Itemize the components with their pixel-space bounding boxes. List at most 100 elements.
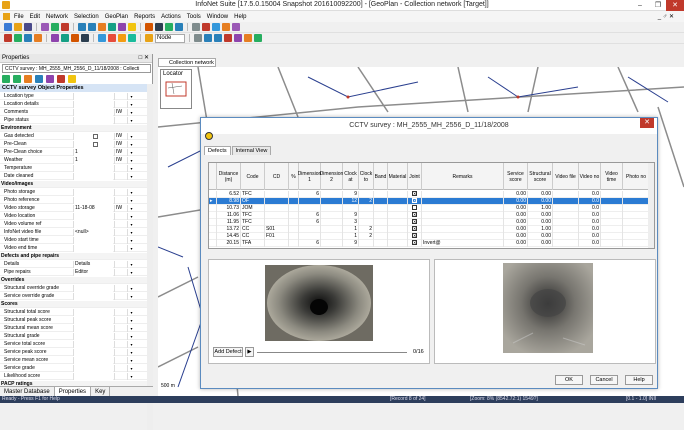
menu-actions[interactable]: Actions bbox=[161, 14, 181, 20]
property-value[interactable] bbox=[73, 325, 113, 332]
checked-box-icon[interactable]: ✕ bbox=[412, 212, 417, 217]
property-flag[interactable] bbox=[114, 117, 126, 124]
pencil-icon[interactable] bbox=[128, 23, 136, 31]
select-icon[interactable] bbox=[24, 34, 32, 42]
grid-cell-pct[interactable] bbox=[289, 240, 299, 247]
grid-cell-dist[interactable]: 8.98 bbox=[217, 198, 241, 205]
chevron-down-icon[interactable]: ▾ bbox=[127, 189, 135, 196]
tab-internal-view[interactable]: Internal View bbox=[231, 146, 272, 155]
chevron-down-icon[interactable]: ▾ bbox=[127, 325, 135, 332]
column-header[interactable]: Dimension 1 bbox=[298, 163, 321, 190]
chevron-down-icon[interactable]: ▾ bbox=[127, 133, 135, 140]
chevron-down-icon[interactable]: ▾ bbox=[127, 149, 135, 156]
property-value[interactable]: 1 bbox=[73, 149, 113, 156]
joint-checkbox[interactable]: ✕ bbox=[408, 240, 422, 247]
grid-cell-code[interactable]: TFC bbox=[241, 191, 265, 198]
column-header[interactable]: Service score bbox=[504, 163, 528, 190]
grid-cell-code[interactable]: TFC bbox=[241, 212, 265, 219]
label-icon[interactable] bbox=[244, 34, 252, 42]
grid-cell-empty[interactable] bbox=[601, 233, 623, 240]
layer-icon[interactable] bbox=[34, 34, 42, 42]
grid-cell-ct[interactable]: 2 bbox=[359, 198, 374, 205]
grid-cell-ss[interactable]: 0.00 bbox=[504, 212, 528, 219]
column-header[interactable]: Video file bbox=[553, 163, 579, 190]
target-icon[interactable] bbox=[224, 34, 232, 42]
grid-cell-dist[interactable]: 20.15 bbox=[217, 240, 241, 247]
grid-cell-empty[interactable] bbox=[374, 198, 388, 205]
grid-cell-pct[interactable] bbox=[289, 226, 299, 233]
property-value[interactable] bbox=[73, 117, 113, 124]
grid-cell-ss[interactable]: 0.00 bbox=[504, 191, 528, 198]
property-flag[interactable] bbox=[114, 293, 126, 300]
measure-icon[interactable] bbox=[128, 34, 136, 42]
joint-checkbox[interactable]: ✕ bbox=[408, 212, 422, 219]
property-flag[interactable] bbox=[114, 101, 126, 108]
grid-cell-empty[interactable] bbox=[553, 198, 579, 205]
grid-cell-rem[interactable] bbox=[422, 219, 504, 226]
grid-cell-st[interactable]: 0.00 bbox=[528, 240, 553, 247]
property-value[interactable]: Editor bbox=[73, 269, 113, 276]
export-icon[interactable] bbox=[254, 34, 262, 42]
chevron-down-icon[interactable]: ▾ bbox=[127, 245, 135, 252]
chevron-down-icon[interactable]: ▾ bbox=[127, 101, 135, 108]
grid-cell-ca[interactable]: 12 bbox=[343, 198, 359, 205]
grid-cell-vn[interactable]: 0.0 bbox=[579, 205, 601, 212]
unchecked-box-icon[interactable] bbox=[412, 205, 417, 210]
help-button[interactable]: Help bbox=[625, 375, 653, 385]
grid-cell-dist[interactable]: 13.72 bbox=[217, 226, 241, 233]
column-header[interactable]: Dimension 2 bbox=[320, 163, 343, 190]
property-flag[interactable] bbox=[114, 365, 126, 372]
grid-cell-pct[interactable] bbox=[289, 233, 299, 240]
property-value[interactable] bbox=[73, 373, 113, 380]
grid-cell-rem[interactable] bbox=[422, 212, 504, 219]
table-icon[interactable] bbox=[81, 34, 89, 42]
property-flag[interactable] bbox=[114, 229, 126, 236]
joint-checkbox[interactable]: ✕ bbox=[408, 226, 422, 233]
grid-cell-empty[interactable] bbox=[374, 219, 388, 226]
property-section[interactable]: Video/images bbox=[0, 181, 147, 188]
chevron-down-icon[interactable]: ▾ bbox=[127, 109, 135, 116]
joint-checkbox[interactable]: ✕ bbox=[408, 198, 422, 205]
joint-checkbox[interactable]: ✕ bbox=[408, 219, 422, 226]
grid-cell-d1[interactable] bbox=[299, 205, 321, 212]
chevron-down-icon[interactable]: ▾ bbox=[127, 221, 135, 228]
pointer-icon[interactable] bbox=[98, 34, 106, 42]
property-value[interactable] bbox=[73, 109, 113, 116]
grid-cell-cd[interactable] bbox=[265, 240, 289, 247]
results-icon[interactable] bbox=[51, 34, 59, 42]
column-header[interactable] bbox=[209, 163, 217, 190]
grid-cell-empty[interactable] bbox=[623, 226, 650, 233]
grid-cell-empty[interactable] bbox=[601, 240, 623, 247]
pan-icon[interactable] bbox=[118, 34, 126, 42]
column-header[interactable]: Remarks bbox=[422, 163, 504, 190]
grid-cell-empty[interactable] bbox=[388, 205, 408, 212]
tab-properties[interactable]: Properties bbox=[54, 387, 92, 396]
edit-icon[interactable] bbox=[194, 34, 202, 42]
grid-cell-empty[interactable] bbox=[374, 212, 388, 219]
network-icon[interactable] bbox=[98, 23, 106, 31]
grid-cell-empty[interactable] bbox=[388, 212, 408, 219]
column-header[interactable]: Video time bbox=[601, 163, 623, 190]
grid-cell-empty[interactable] bbox=[553, 205, 579, 212]
property-value[interactable] bbox=[73, 173, 113, 180]
grid-cell-dist[interactable]: 11.06 bbox=[217, 212, 241, 219]
checked-box-icon[interactable]: ✕ bbox=[412, 226, 417, 231]
grid-cell-empty[interactable] bbox=[601, 219, 623, 226]
grid-cell-d2[interactable] bbox=[321, 226, 343, 233]
grid-cell-ss[interactable]: 0.00 bbox=[504, 219, 528, 226]
property-flag[interactable]: IW bbox=[114, 133, 126, 140]
grid-cell-vn[interactable]: 0.0 bbox=[579, 240, 601, 247]
print-icon[interactable] bbox=[41, 23, 49, 31]
property-flag[interactable] bbox=[114, 349, 126, 356]
property-section[interactable]: Environment bbox=[0, 125, 147, 132]
ok-button[interactable]: OK bbox=[555, 375, 583, 385]
grid-cell-ss[interactable]: 0.00 bbox=[504, 226, 528, 233]
back-icon[interactable] bbox=[2, 74, 10, 83]
property-section[interactable]: Defects and pipe repairs bbox=[0, 253, 147, 260]
table-row[interactable]: 14.45 CC F01 1 2 ✕ 0.00 0.00 0.0 bbox=[209, 233, 650, 240]
grid-cell-vn[interactable]: 0.0 bbox=[579, 226, 601, 233]
chevron-down-icon[interactable]: ▾ bbox=[127, 333, 135, 340]
chevron-down-icon[interactable]: ▾ bbox=[127, 285, 135, 292]
delete-icon[interactable] bbox=[61, 23, 69, 31]
grid-cell-rem[interactable] bbox=[422, 198, 504, 205]
